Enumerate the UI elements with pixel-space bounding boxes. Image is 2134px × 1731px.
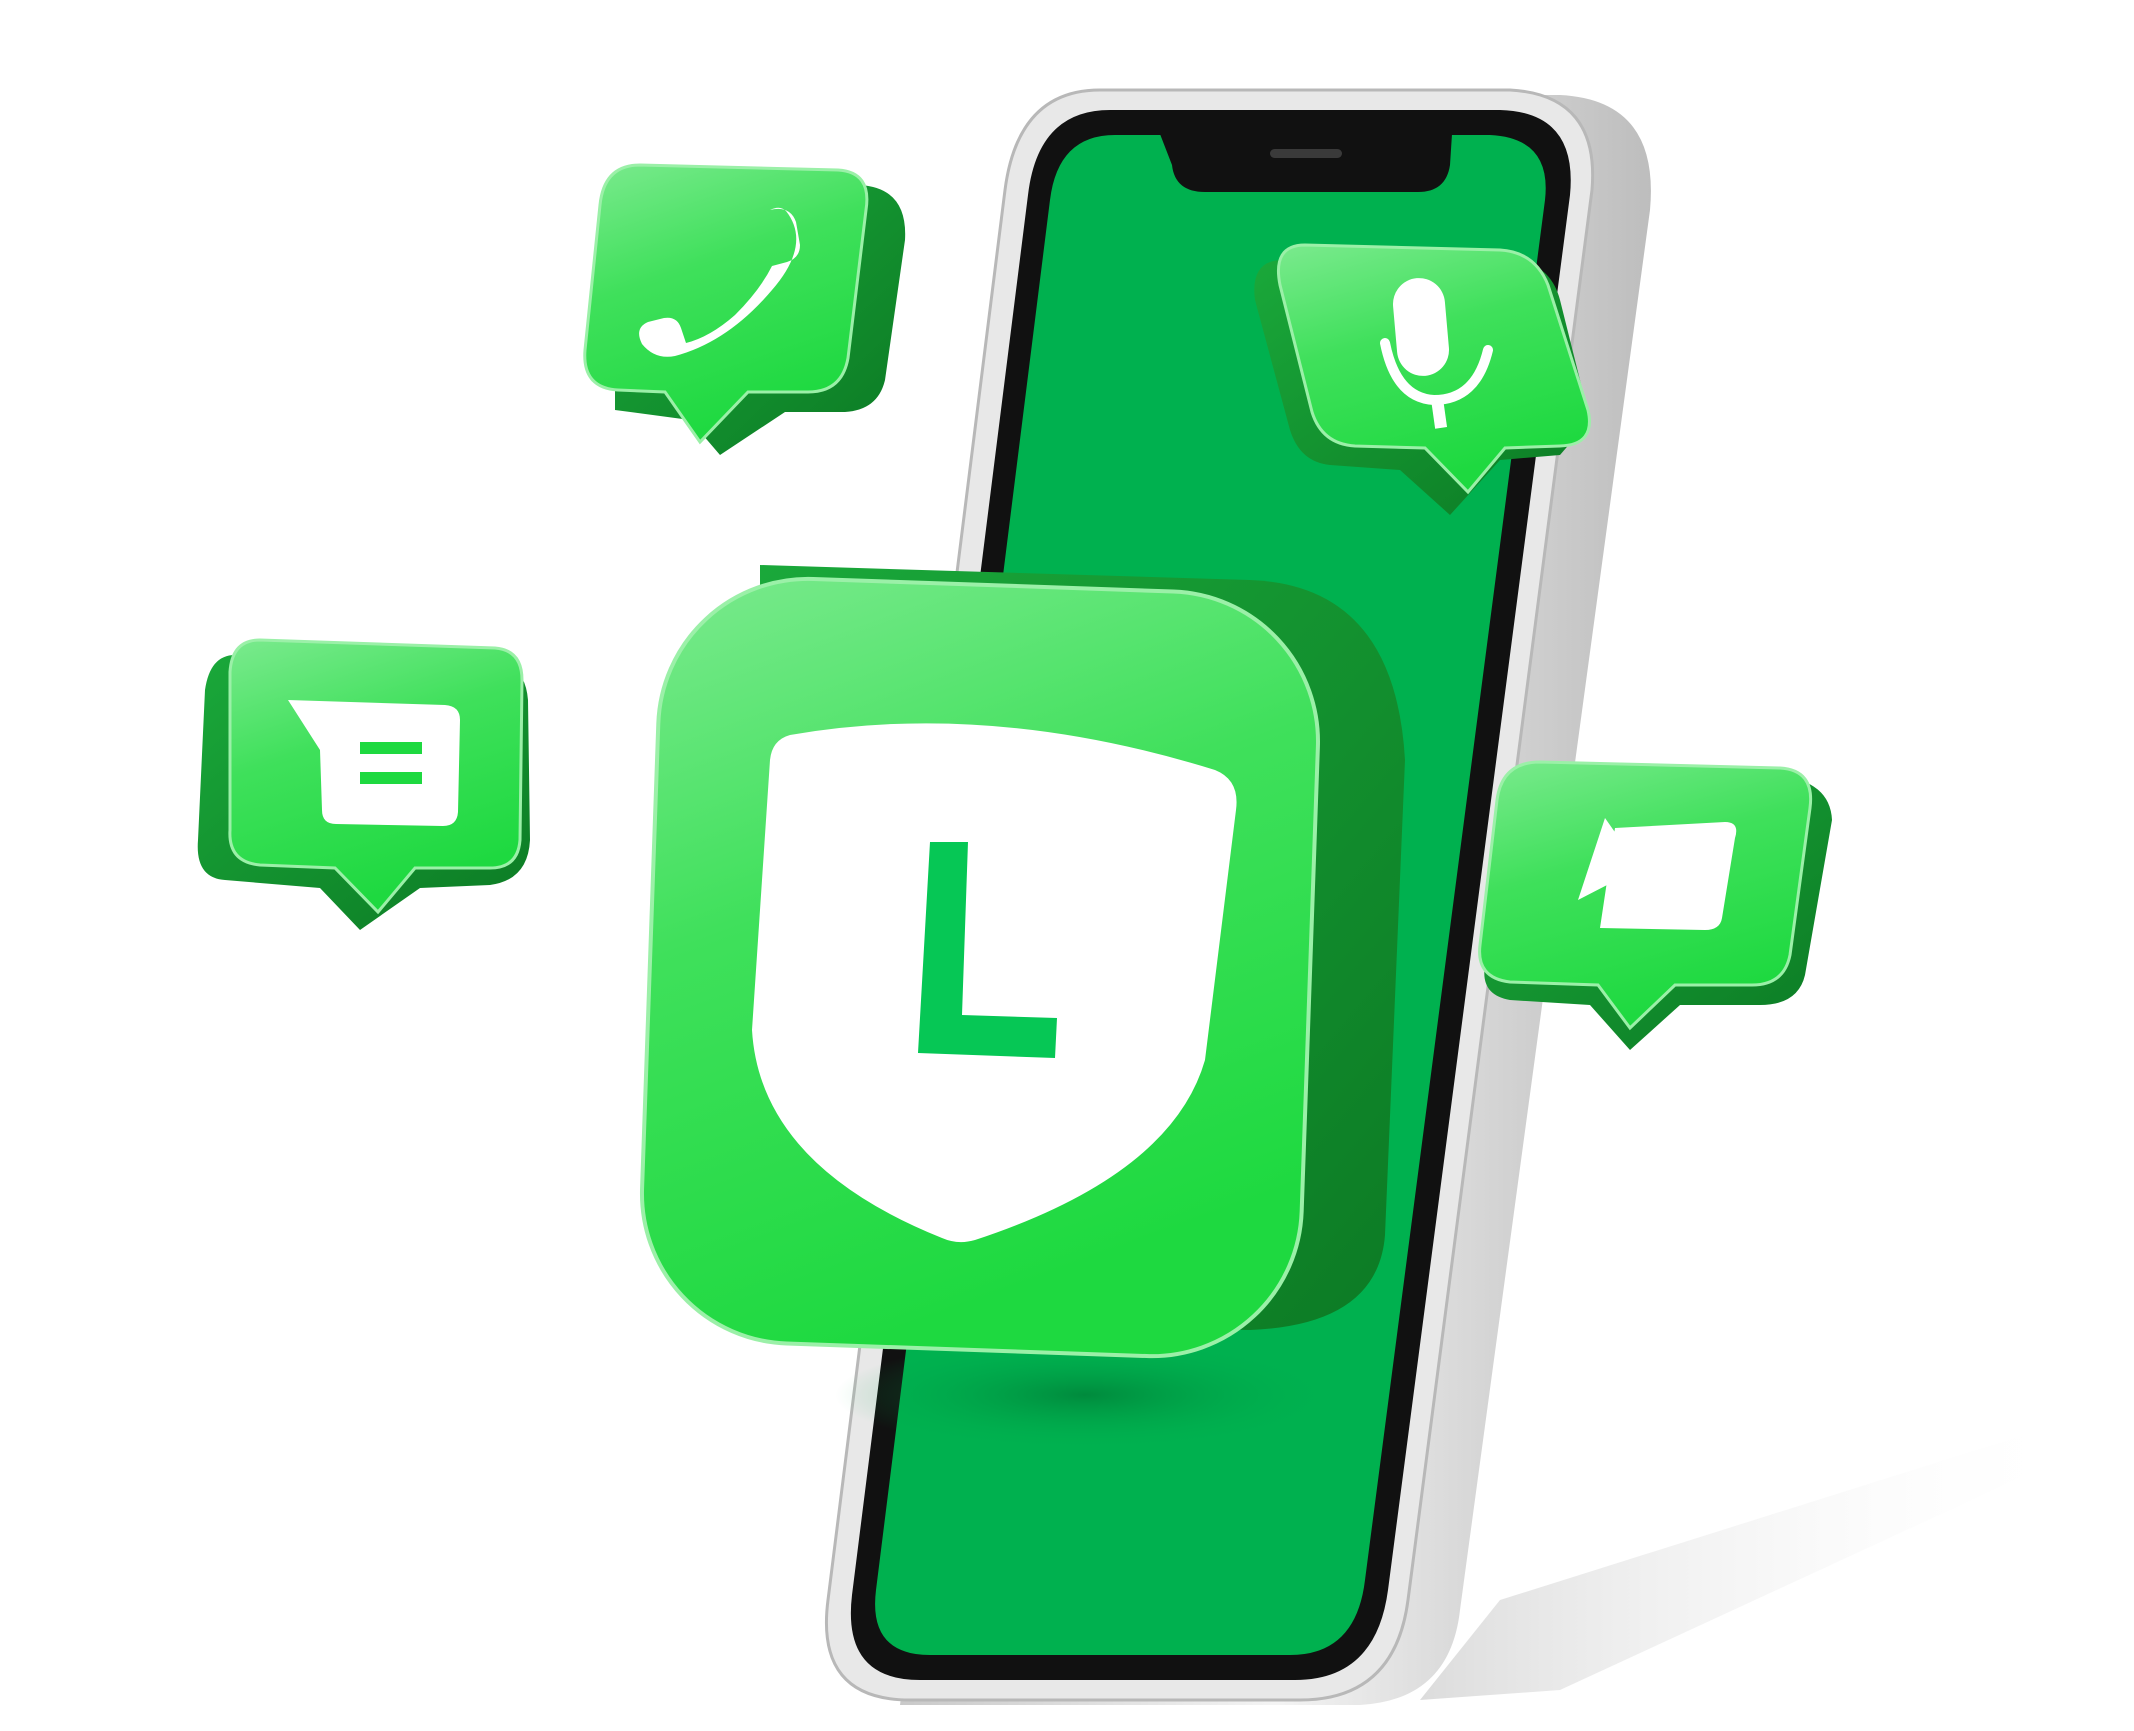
phone-call-bubble (583, 163, 906, 455)
message-bubble (197, 638, 530, 930)
line-official-account-badge (639, 565, 1405, 1359)
illustration: L (197, 88, 2080, 1705)
phone-notch (1160, 134, 1452, 192)
badge-shadow (835, 1340, 1335, 1450)
floor-shadow (1420, 1430, 2080, 1700)
